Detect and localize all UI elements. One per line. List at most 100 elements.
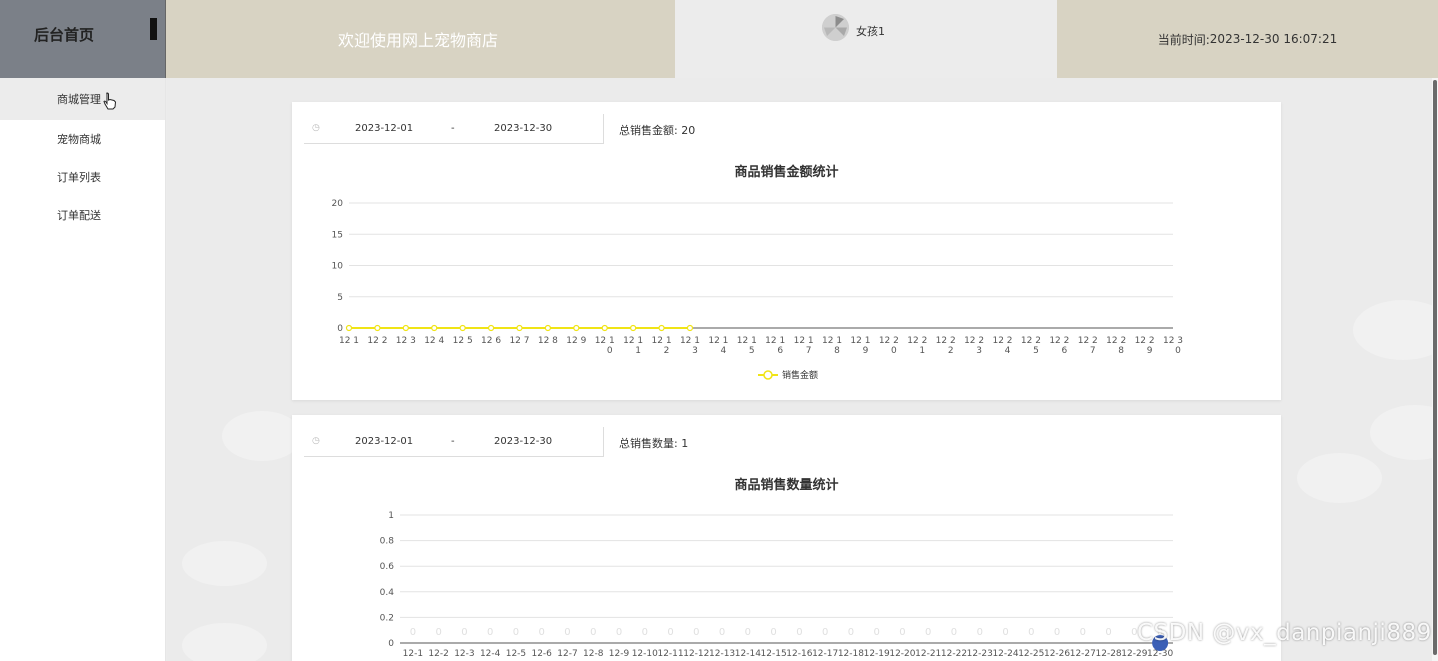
sidebar-item-order-delivery[interactable]: 订单配送 bbox=[0, 196, 165, 234]
x-tick-label-line2: 3 bbox=[976, 346, 982, 356]
x-tick-label: 12 2 bbox=[1078, 336, 1098, 346]
data-label: 0 bbox=[539, 627, 545, 638]
data-label: 0 bbox=[642, 627, 648, 638]
x-tick-label-line2: 4 bbox=[721, 346, 727, 356]
x-tick-label: 12-11 bbox=[657, 649, 683, 659]
x-tick-label: 12 8 bbox=[538, 336, 558, 346]
sidebar-item-pet-shop[interactable]: 宠物商城 bbox=[0, 120, 165, 158]
x-tick-label-line2: 0 bbox=[1175, 346, 1181, 356]
x-tick-label-line2: 6 bbox=[777, 346, 783, 356]
sidebar-item-label: 订单列表 bbox=[57, 171, 101, 184]
x-tick-label: 12-8 bbox=[583, 649, 604, 659]
x-tick-label-line2: 6 bbox=[1061, 346, 1067, 356]
avatar[interactable] bbox=[822, 14, 849, 41]
data-label: 0 bbox=[564, 627, 570, 638]
x-tick-label: 12-26 bbox=[1044, 649, 1070, 659]
x-tick-label-line2: 7 bbox=[806, 346, 812, 356]
sidebar-item-order-list[interactable]: 订单列表 bbox=[0, 158, 165, 196]
scrollbar-thumb[interactable] bbox=[1433, 80, 1437, 655]
x-tick-label: 12 2 bbox=[964, 336, 984, 346]
x-tick-label-line2: 1 bbox=[919, 346, 925, 356]
y-tick-label: 20 bbox=[332, 199, 344, 209]
x-tick-label-line2: 9 bbox=[1147, 346, 1153, 356]
x-tick-label: 12-15 bbox=[761, 649, 787, 659]
y-tick-label: 0.4 bbox=[380, 588, 395, 598]
x-tick-label: 12-28 bbox=[1096, 649, 1122, 659]
x-tick-label: 12 1 bbox=[737, 336, 757, 346]
x-tick-label-line2: 5 bbox=[749, 346, 755, 356]
data-label: 0 bbox=[1054, 627, 1060, 638]
sidebar: 商城管理 宠物商城 订单列表 订单配送 bbox=[0, 78, 166, 661]
data-point bbox=[686, 324, 694, 332]
data-point bbox=[630, 324, 637, 332]
x-tick-label: 12 5 bbox=[453, 336, 473, 346]
x-tick-label-line2: 8 bbox=[1118, 346, 1124, 356]
x-tick-label: 12-3 bbox=[454, 649, 474, 659]
x-tick-label-line2: 2 bbox=[664, 346, 670, 356]
x-tick-label: 12 7 bbox=[509, 336, 529, 346]
x-tick-label: 12 2 bbox=[992, 336, 1012, 346]
x-tick-label: 12 4 bbox=[424, 336, 444, 346]
x-tick-label: 12-13 bbox=[709, 649, 735, 659]
x-tick-label: 12 2 bbox=[367, 336, 387, 346]
sidebar-item-mall-management[interactable]: 商城管理 bbox=[0, 78, 165, 120]
data-label: 0 bbox=[1105, 627, 1111, 638]
user-panel[interactable]: 女孩1 bbox=[675, 0, 1057, 78]
y-tick-label: 10 bbox=[332, 262, 344, 272]
data-label: 0 bbox=[693, 627, 699, 638]
data-point bbox=[459, 324, 466, 332]
data-label: 0 bbox=[796, 627, 802, 638]
sales-quantity-chart[interactable]: 0 0.2 0.4 0.6 0.8 1 12-1 12-2 12-3 12-4 12-5 12-6 12… bbox=[292, 415, 1281, 661]
x-tick-label-line2: 9 bbox=[863, 346, 869, 356]
sales-amount-chart[interactable]: 0510152012 1 12 2 12 3 12 4 12 5 12 6 12 7 12 8… bbox=[292, 102, 1281, 400]
data-label: 0 bbox=[435, 627, 441, 638]
x-tick-label: 12 1 bbox=[339, 336, 359, 346]
scrollbar[interactable] bbox=[1432, 78, 1438, 661]
x-tick-label: 12-18 bbox=[838, 649, 864, 659]
data-point bbox=[573, 324, 580, 332]
x-tick-label: 12-1 bbox=[403, 649, 423, 659]
bg-decoration bbox=[222, 411, 302, 461]
home-header[interactable]: 后台首页 bbox=[0, 0, 166, 78]
x-tick-label: 12 3 bbox=[396, 336, 416, 346]
x-tick-label: 12 1 bbox=[794, 336, 814, 346]
top-bar: 后台首页 欢迎使用网上宠物商店 女孩1 当前时间: 2023-12-30 16:… bbox=[0, 0, 1438, 78]
sidebar-item-label: 商城管理 bbox=[57, 93, 101, 106]
y-tick-label: 5 bbox=[337, 293, 343, 303]
sidebar-item-label: 宠物商城 bbox=[57, 133, 101, 146]
x-tick-label-line2: 3 bbox=[692, 346, 698, 356]
x-tick-label: 12-4 bbox=[480, 649, 501, 659]
data-label: 0 bbox=[848, 627, 854, 638]
menu-toggle-icon[interactable] bbox=[150, 18, 157, 40]
username[interactable]: 女孩1 bbox=[856, 23, 885, 39]
x-tick-label-line2: 2 bbox=[948, 346, 954, 356]
bg-decoration bbox=[1353, 300, 1432, 360]
x-tick-label: 12 1 bbox=[623, 336, 643, 346]
x-tick-label: 12-24 bbox=[992, 649, 1018, 659]
data-label: 0 bbox=[1080, 627, 1086, 638]
data-point bbox=[516, 324, 523, 332]
data-label: 0 bbox=[1002, 627, 1008, 638]
legend-label: 销售金额 bbox=[782, 369, 818, 381]
x-tick-label: 12 1 bbox=[595, 336, 615, 346]
home-title[interactable]: 后台首页 bbox=[34, 24, 94, 45]
x-tick-label: 12-23 bbox=[967, 649, 993, 659]
hand-cursor-icon bbox=[103, 92, 117, 110]
x-tick-label: 12-5 bbox=[506, 649, 526, 659]
x-tick-label: 12-10 bbox=[632, 649, 658, 659]
x-tick-label: 12-2 bbox=[428, 649, 448, 659]
data-label: 0 bbox=[719, 627, 725, 638]
data-point bbox=[544, 324, 551, 332]
y-tick-label: 0.2 bbox=[380, 613, 394, 623]
x-tick-label: 12 3 bbox=[1163, 336, 1183, 346]
y-tick-label: 0 bbox=[337, 324, 343, 334]
x-tick-label: 12 2 bbox=[1106, 336, 1126, 346]
data-label: 0 bbox=[873, 627, 879, 638]
x-tick-label: 12-25 bbox=[1018, 649, 1044, 659]
sales-quantity-card: ◷ 2023-12-01 - 2023-12-30 总销售数量: 1 商品销售数… bbox=[292, 415, 1281, 661]
x-tick-label: 12-14 bbox=[735, 649, 761, 659]
x-tick-label: 12-17 bbox=[812, 649, 838, 659]
data-label: 0 bbox=[977, 627, 983, 638]
data-point bbox=[345, 324, 353, 332]
x-tick-label: 12 2 bbox=[1049, 336, 1069, 346]
